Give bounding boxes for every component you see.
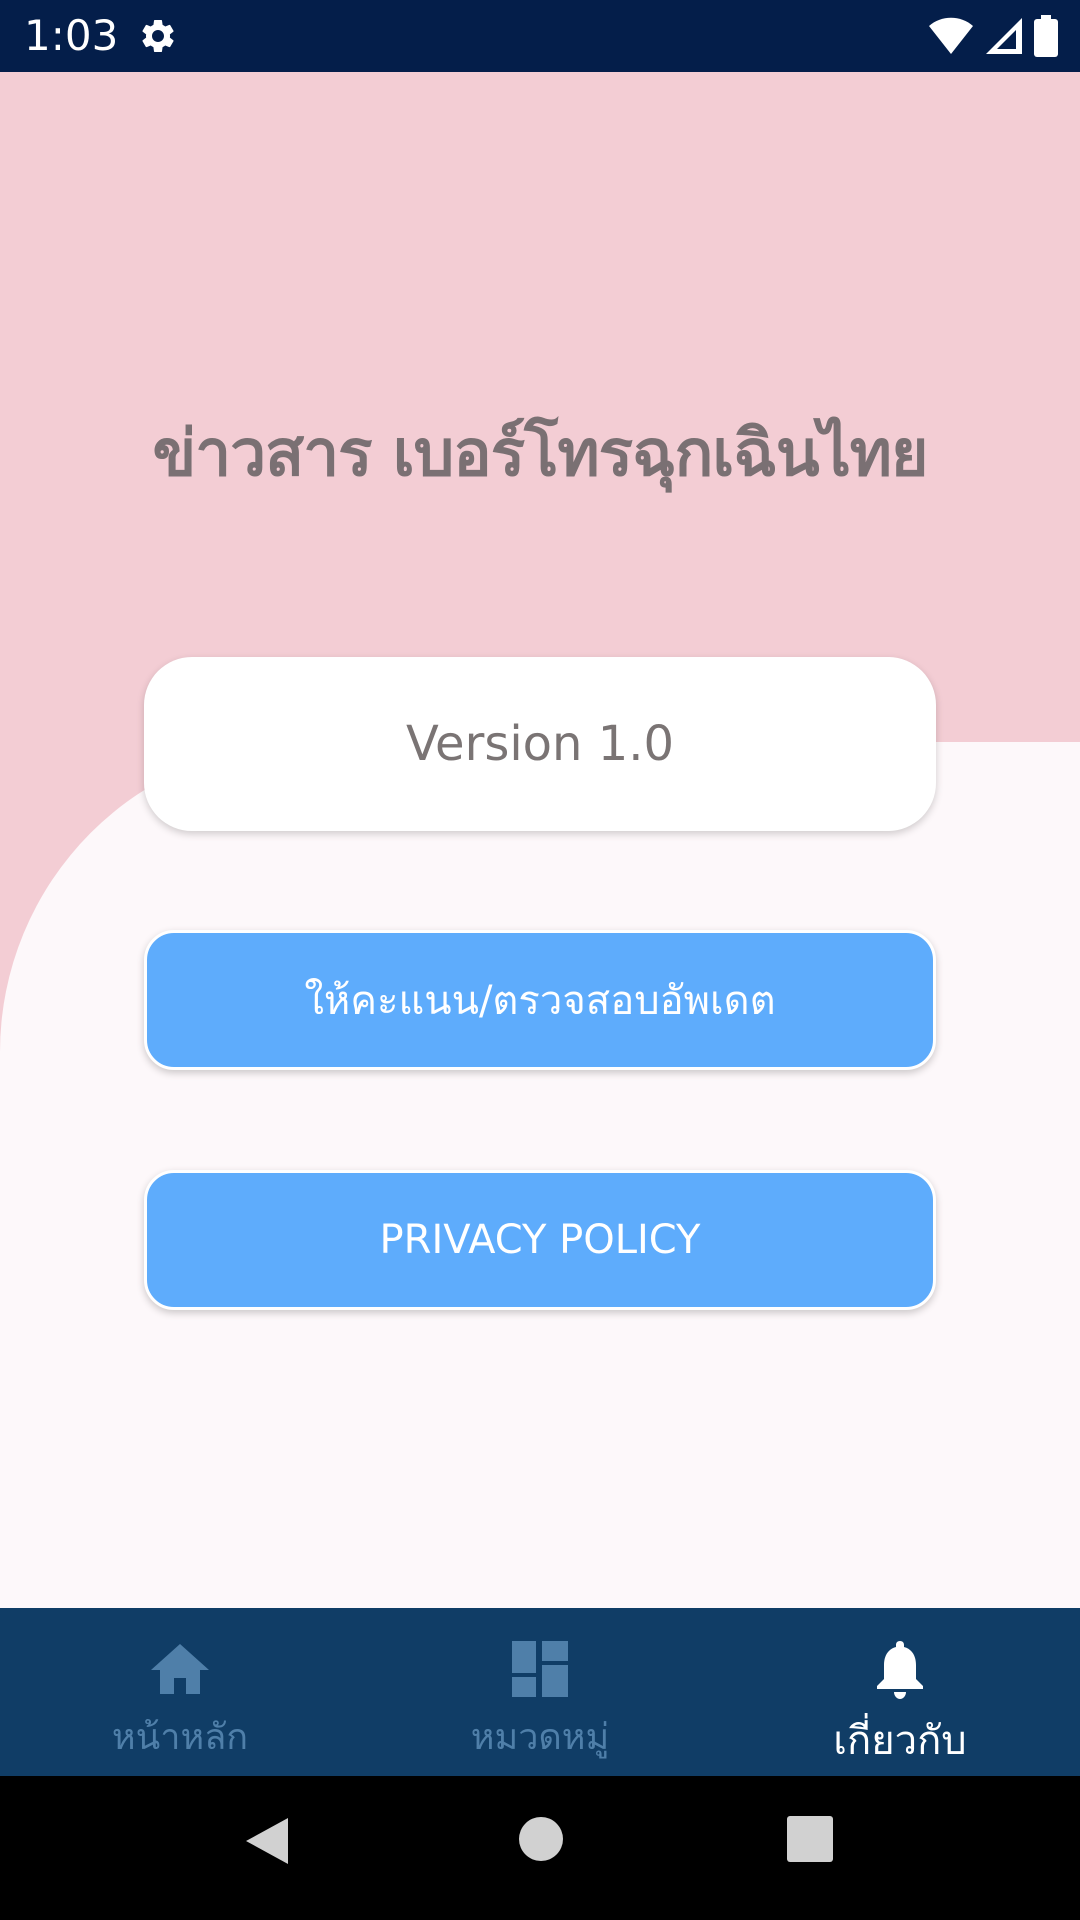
wifi-icon	[929, 17, 973, 54]
home-icon	[148, 1638, 212, 1700]
system-navigation-bar	[0, 1776, 1080, 1920]
home-circle-icon[interactable]	[518, 1816, 564, 1862]
rate-update-button-label: ให้คะแนน/ตรวจสอบอัพเดต	[304, 978, 776, 1024]
bell-icon	[868, 1638, 932, 1700]
bottom-navigation: หน้าหลัก หมวดหมู่ เกี่ยวกับ	[0, 1608, 1080, 1776]
dashboard-icon	[508, 1638, 572, 1700]
status-icons	[928, 14, 1058, 58]
status-time: 1:03	[24, 11, 119, 60]
battery-icon	[1034, 15, 1058, 57]
status-bar: 1:03	[0, 0, 1080, 72]
recents-square-icon[interactable]	[787, 1816, 833, 1862]
back-triangle-icon[interactable]	[244, 1816, 290, 1866]
nav-label-categories: หมวดหมู่	[470, 1717, 610, 1758]
app-title: ข่าวสาร เบอร์โทรฉุกเฉินไทย	[152, 417, 929, 491]
privacy-policy-button[interactable]: PRIVACY POLICY	[144, 1170, 936, 1310]
version-label: Version 1.0	[405, 716, 675, 772]
app-screen: 1:03 ข่าวสาร เบอร์โทรฉุกเฉินไทย Version …	[0, 0, 1080, 1920]
version-card: Version 1.0	[144, 657, 936, 831]
gear-icon	[142, 19, 174, 52]
nav-item-home[interactable]: หน้าหลัก	[0, 1608, 360, 1776]
nav-label-home: หน้าหลัก	[111, 1717, 249, 1758]
rate-update-button[interactable]: ให้คะแนน/ตรวจสอบอัพเดต	[144, 930, 936, 1070]
cell-signal-icon	[986, 18, 1022, 54]
nav-label-about: เกี่ยวกับ	[833, 1718, 967, 1764]
privacy-policy-button-label: PRIVACY POLICY	[379, 1217, 701, 1263]
about-content: ข่าวสาร เบอร์โทรฉุกเฉินไทย Version 1.0 ใ…	[0, 72, 1080, 1608]
nav-item-categories[interactable]: หมวดหมู่	[360, 1608, 720, 1776]
nav-item-about[interactable]: เกี่ยวกับ	[720, 1608, 1080, 1776]
